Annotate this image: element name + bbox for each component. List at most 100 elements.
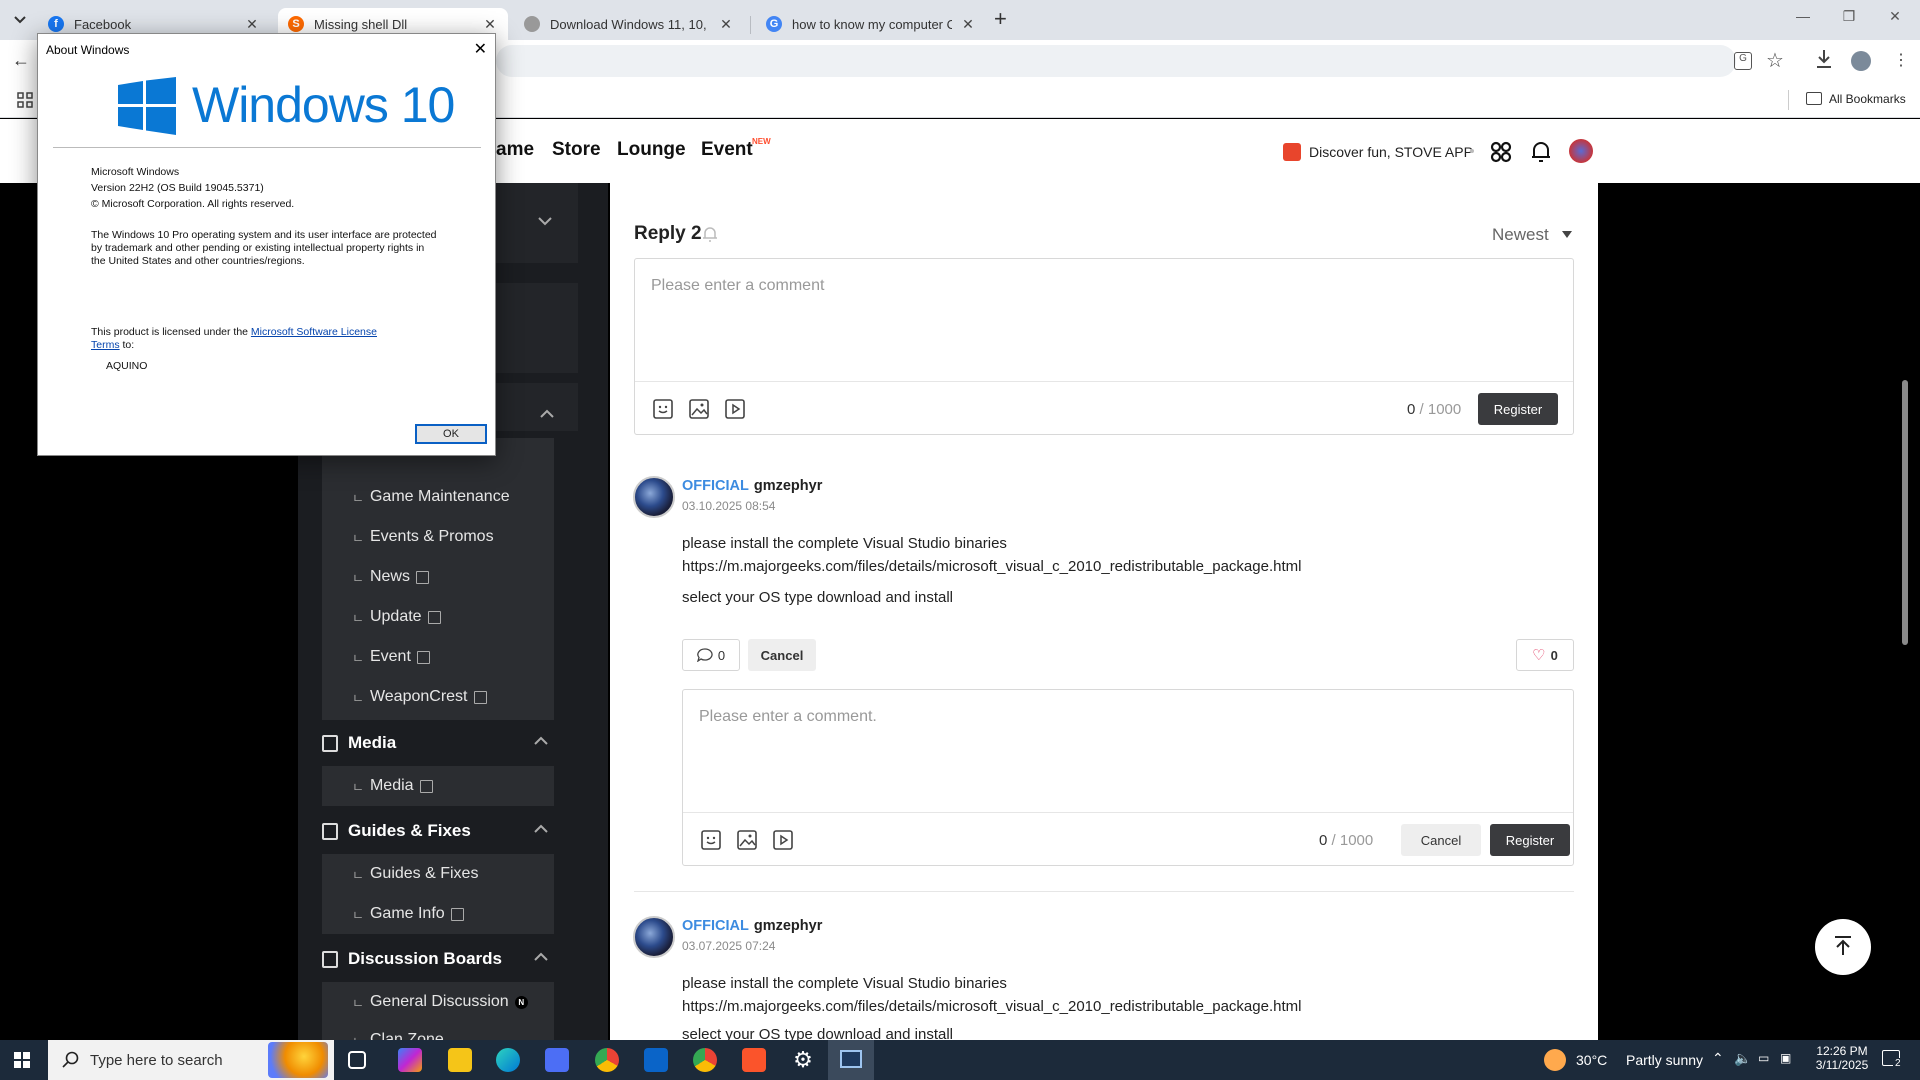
comment-text: please install the complete Visual Studi… — [682, 535, 1007, 552]
minimize-button[interactable]: — — [1780, 8, 1826, 24]
sidebar-guides-list: ㄴ Guides & Fixes ㄴ Game Info — [322, 854, 554, 934]
taskbar-active-app[interactable] — [828, 1040, 874, 1080]
sidebar-section-guides[interactable]: Guides & Fixes — [322, 811, 554, 851]
speaker-icon[interactable]: 🔈 — [1734, 1050, 1751, 1067]
nav-lounge[interactable]: Lounge — [617, 139, 686, 161]
sidebar-item-events-promos[interactable]: ㄴ Events & Promos — [322, 517, 554, 557]
sidebar-item-general-discussion[interactable]: ㄴ General Discussion N — [322, 982, 554, 1022]
nav-game[interactable]: ame — [496, 139, 534, 161]
notification-count: 2 — [1893, 1058, 1903, 1069]
store-icon[interactable] — [545, 1048, 569, 1072]
tab-title: Missing shell Dll — [314, 16, 408, 32]
taskbar: Type here to search ⚙ 30°C Partly sunny … — [0, 1040, 1920, 1080]
comment-editor[interactable]: Please enter a comment 0 / 1000 Register — [634, 258, 1574, 435]
outlook-icon[interactable] — [644, 1048, 668, 1072]
download-icon[interactable] — [1815, 48, 1833, 70]
avatar[interactable] — [633, 916, 675, 958]
apps-icon[interactable] — [1490, 141, 1512, 163]
close-tab-icon[interactable]: ✕ — [718, 16, 734, 33]
search-placeholder: Type here to search — [90, 1051, 223, 1069]
new-tab-button[interactable]: + — [994, 6, 1007, 32]
sidebar-item-news[interactable]: ㄴ News — [322, 557, 554, 597]
profile-avatar[interactable] — [1851, 51, 1871, 71]
video-icon[interactable] — [723, 397, 747, 421]
sidebar-section-media[interactable]: Media — [322, 723, 554, 763]
close-tab-icon[interactable]: ✕ — [244, 16, 260, 33]
tab-how-to-know-os[interactable]: G how to know my computer OS ✕ — [756, 8, 986, 40]
like-button[interactable]: ♡ 0 — [1516, 639, 1574, 671]
menu-icon[interactable]: ⋮ — [1893, 50, 1909, 70]
stove-app-promo[interactable]: Discover fun, STOVE APP — [1309, 144, 1473, 160]
sidebar-item-update[interactable]: ㄴ Update — [322, 597, 554, 637]
apps-grid-icon[interactable] — [17, 92, 33, 108]
register-button[interactable]: Register — [1478, 393, 1558, 425]
nav-event[interactable]: Event — [701, 139, 753, 161]
sidebar-item-game-maintenance[interactable]: ㄴ Game Maintenance — [322, 477, 554, 517]
settings-gear-icon[interactable]: ⚙ — [791, 1048, 815, 1072]
user-avatar[interactable] — [1569, 139, 1593, 163]
sidebar-item-media[interactable]: ㄴ Media — [322, 766, 554, 806]
chrome-active-icon[interactable] — [693, 1048, 717, 1072]
restore-button[interactable]: ❐ — [1826, 8, 1872, 25]
chrome-icon[interactable] — [595, 1048, 619, 1072]
tab-search-icon[interactable] — [8, 8, 32, 32]
close-icon[interactable]: ✕ — [474, 39, 487, 59]
comment-link[interactable]: https://m.majorgeeks.com/files/details/m… — [682, 995, 1301, 1018]
close-window-button[interactable]: ✕ — [1872, 8, 1918, 25]
sidebar-item-event[interactable]: ㄴ Event — [322, 637, 554, 677]
emoji-icon[interactable] — [651, 397, 675, 421]
clock[interactable]: 12:26 PM 3/11/2025 — [1814, 1044, 1870, 1072]
nav-store[interactable]: Store — [552, 139, 601, 161]
edge-icon[interactable] — [496, 1048, 520, 1072]
sidebar-item-game-info[interactable]: ㄴ Game Info — [322, 894, 554, 934]
task-view-icon[interactable] — [348, 1051, 366, 1069]
network-icon[interactable]: ▣ — [1780, 1051, 1791, 1065]
brave-icon[interactable] — [742, 1048, 766, 1072]
comment-author[interactable]: OFFICIAL gmzephyr — [682, 478, 822, 494]
emoji-icon[interactable] — [699, 828, 723, 852]
avatar[interactable] — [633, 476, 675, 518]
bell-icon[interactable] — [1530, 140, 1552, 164]
bookmark-star-icon[interactable]: ☆ — [1766, 48, 1784, 73]
cancel-button[interactable]: Cancel — [748, 639, 816, 671]
translate-icon[interactable]: G — [1734, 52, 1752, 70]
facebook-icon: f — [48, 16, 64, 32]
reply-cancel-button[interactable]: Cancel — [1401, 824, 1481, 856]
license-text: Terms to: — [91, 339, 135, 351]
bell-outline-icon[interactable] — [702, 225, 718, 243]
all-bookmarks-link[interactable]: All Bookmarks — [1829, 92, 1906, 106]
sidebar-section-discussion[interactable]: Discussion Boards — [322, 939, 554, 979]
weather-desc[interactable]: Partly sunny — [1626, 1052, 1703, 1068]
back-arrow-icon[interactable]: ← — [12, 50, 30, 71]
sidebar-item-weaponcrest[interactable]: ㄴ WeaponCrest — [322, 677, 554, 717]
comment-author[interactable]: OFFICIAL gmzephyr — [682, 918, 822, 934]
comment-link[interactable]: https://m.majorgeeks.com/files/details/m… — [682, 555, 1301, 578]
image-icon[interactable] — [687, 397, 711, 421]
reply-register-button[interactable]: Register — [1490, 824, 1570, 856]
video-icon[interactable] — [771, 828, 795, 852]
start-windows-icon[interactable] — [14, 1052, 30, 1068]
battery-icon[interactable]: ▭ — [1758, 1051, 1769, 1065]
taskbar-search-box[interactable]: Type here to search — [48, 1040, 334, 1080]
tab-download-windows[interactable]: Download Windows 11, 10, 8 & ✕ — [514, 8, 744, 40]
reply-editor[interactable]: Please enter a comment. 0 / 1000 Cancel … — [682, 689, 1574, 866]
license-terms-link[interactable]: Terms — [91, 339, 120, 351]
reply-count-button[interactable]: 0 — [682, 639, 740, 671]
address-bar[interactable] — [496, 45, 1736, 77]
ok-button[interactable]: OK — [415, 424, 487, 444]
download-site-icon — [524, 16, 540, 32]
weather-temp[interactable]: 30°C — [1576, 1052, 1607, 1068]
scroll-top-button[interactable] — [1815, 919, 1871, 975]
license-link[interactable]: Microsoft Software License — [251, 326, 377, 338]
copilot-icon[interactable] — [398, 1048, 422, 1072]
sort-dropdown[interactable]: Newest — [1492, 225, 1549, 245]
tab-title: how to know my computer OS — [792, 16, 952, 32]
tray-chevron-up-icon[interactable]: ⌃ — [1712, 1050, 1724, 1067]
page-scrollbar[interactable] — [1902, 380, 1908, 645]
external-link-icon — [419, 779, 433, 793]
close-tab-icon[interactable]: ✕ — [482, 16, 498, 33]
sidebar-item-guides-fixes[interactable]: ㄴ Guides & Fixes — [322, 854, 554, 894]
file-explorer-icon[interactable] — [448, 1048, 472, 1072]
image-icon[interactable] — [735, 828, 759, 852]
close-tab-icon[interactable]: ✕ — [960, 16, 976, 33]
